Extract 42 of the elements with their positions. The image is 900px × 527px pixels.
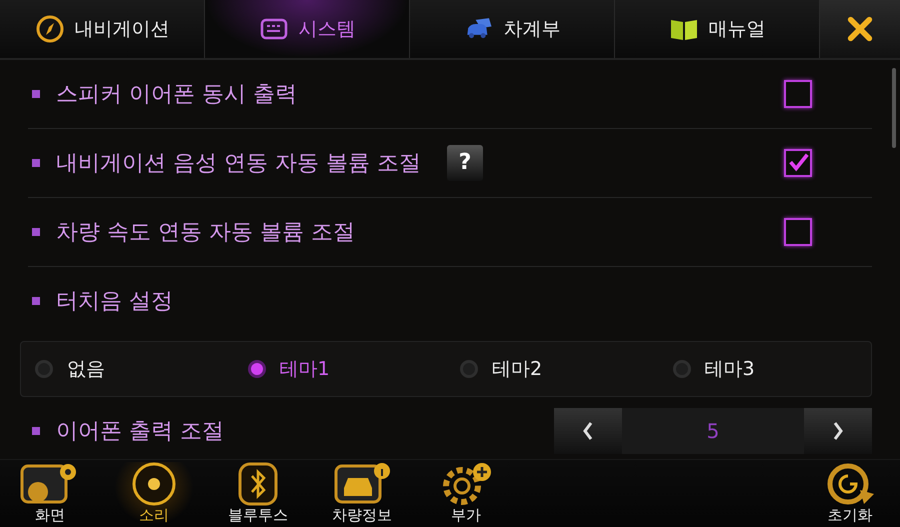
tab[interactable]: 매뉴얼 xyxy=(615,0,820,58)
checkbox[interactable] xyxy=(784,148,812,177)
car-info-icon xyxy=(332,462,392,506)
bullet-icon xyxy=(32,228,40,236)
decrease-button[interactable] xyxy=(554,408,622,454)
tab[interactable]: 시스템 xyxy=(205,0,410,58)
setting-label: 스피커 이어폰 동시 출력 xyxy=(56,80,297,109)
radio-label[interactable]: 테마1 xyxy=(280,356,330,382)
radio-button[interactable] xyxy=(35,360,53,378)
value-display: 5 xyxy=(706,418,720,445)
increase-button[interactable] xyxy=(804,408,872,454)
setting-label: 내비게이션 음성 연동 자동 볼륨 조절 xyxy=(56,150,421,178)
dock-item[interactable]: 소리 xyxy=(114,462,194,525)
chevron-right-icon xyxy=(832,420,844,441)
radio-label[interactable]: 테마2 xyxy=(492,356,542,382)
dock-item[interactable]: 블루투스 xyxy=(218,462,298,525)
close-icon xyxy=(846,14,874,43)
dock-item[interactable]: 부가 xyxy=(426,462,506,525)
checkbox[interactable] xyxy=(784,80,812,108)
bullet-icon xyxy=(32,158,40,167)
dock-item[interactable]: 차량정보 xyxy=(322,462,402,525)
tab[interactable]: 내비게이션 xyxy=(0,0,205,58)
setting-label: 이어폰 출력 조절 xyxy=(56,418,224,446)
checkbox[interactable] xyxy=(784,218,812,246)
reset-button[interactable]: 초기화 xyxy=(810,462,890,525)
dock-item[interactable]: 화면 xyxy=(10,462,90,525)
bullet-icon xyxy=(32,90,40,98)
radio-label[interactable]: 테마3 xyxy=(704,356,755,382)
setting-label: 차량 속도 연동 자동 볼륨 조절 xyxy=(56,218,355,247)
scrollbar[interactable] xyxy=(892,68,896,148)
close-button[interactable] xyxy=(820,0,900,58)
bullet-icon xyxy=(32,296,40,305)
help-button[interactable]: ? xyxy=(446,144,483,181)
tab[interactable]: 차계부 xyxy=(410,0,615,58)
radio-button[interactable] xyxy=(460,360,478,378)
bullet-icon xyxy=(32,426,40,435)
compass-icon xyxy=(34,14,64,44)
section-label: 터치음 설정 xyxy=(56,288,173,316)
radio-button[interactable] xyxy=(248,360,266,378)
radio-label[interactable]: 없음 xyxy=(67,356,105,382)
chevron-left-icon xyxy=(582,420,594,441)
radio-button[interactable] xyxy=(672,360,690,378)
